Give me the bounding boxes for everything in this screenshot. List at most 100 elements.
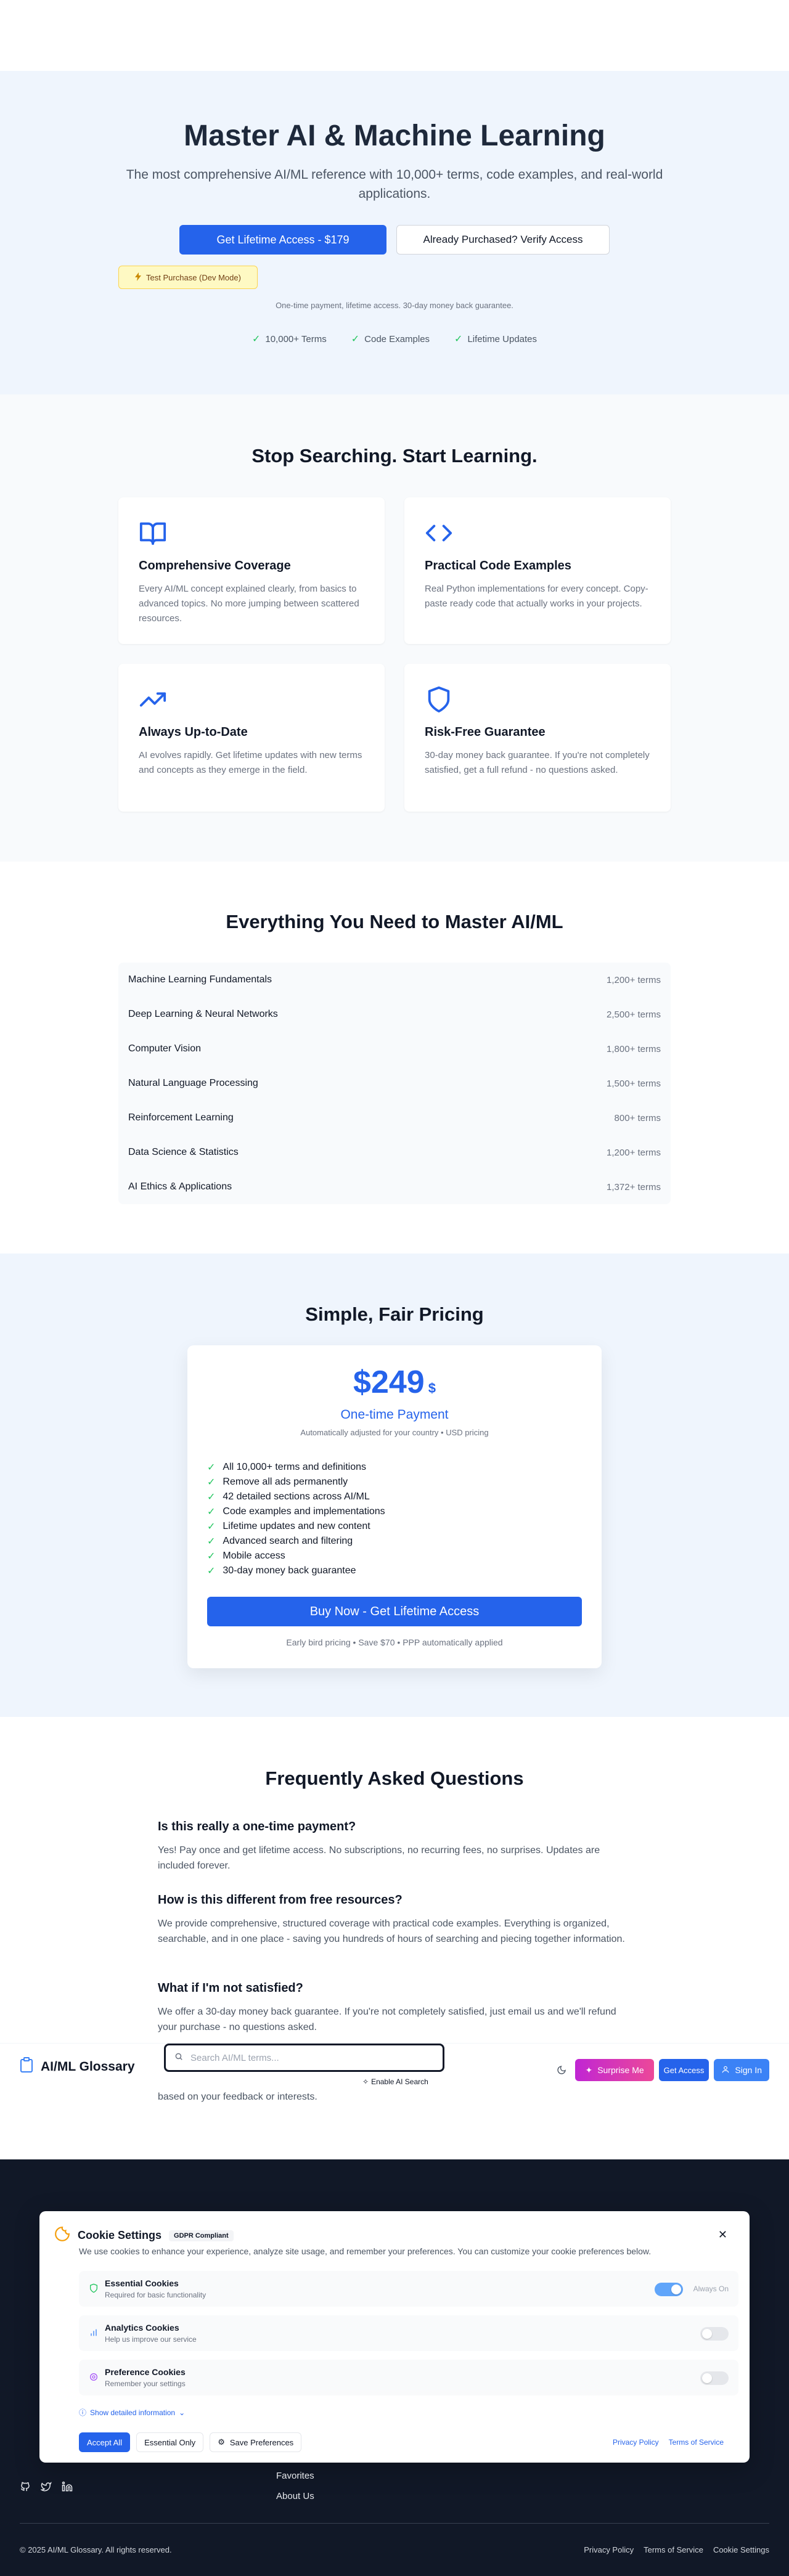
footer-link-favorites[interactable]: Favorites [276,2471,314,2481]
pricing-feature: ✓ Remove all ads permanently [207,1477,348,1488]
topic-row: Computer Vision 1,800+ terms [128,1043,661,1054]
shield-check-icon [89,2283,99,2293]
get-lifetime-access-button[interactable]: Get Lifetime Access - $179 [179,225,386,255]
test-purchase-button[interactable]: Test Purchase (Dev Mode) [118,266,258,289]
benefit-title: Risk-Free Guarantee [425,725,546,739]
benefit-card: Risk-Free Guarantee 30-day money back gu… [404,664,671,812]
faq-item: What if I'm not satisfied? We offer a 30… [158,1981,632,2035]
check-icon: ✓ [351,334,360,344]
preference-cookies-toggle[interactable] [700,2371,729,2385]
info-icon: ⓘ [79,2408,87,2417]
footer-divider [20,2523,769,2524]
chevron-down-icon: ⌄ [179,2408,186,2417]
accept-all-button[interactable]: Accept All [79,2432,131,2452]
surprise-me-button[interactable]: ✦ Surprise Me [575,2059,654,2081]
topic-row: AI Ethics & Applications 1,372+ terms [128,1181,661,1192]
benefit-card: Comprehensive Coverage Every AI/ML conce… [118,497,385,644]
price: $249 $ [353,1364,436,1400]
check-icon: ✓ [207,1536,216,1547]
essential-cookies-toggle[interactable] [655,2283,683,2296]
benefit-title: Comprehensive Coverage [139,559,291,573]
faq-item: Is this really a one-time payment? Yes! … [158,1820,632,1873]
gdpr-badge: GDPR Compliant [169,2230,234,2241]
gear-icon: ⚙ [218,2437,225,2447]
navbar-actions: ✦ Surprise Me Get Access Sign In [553,2059,769,2081]
save-preferences-button[interactable]: ⚙ Save Preferences [210,2432,302,2452]
brand-name: AI/ML Glossary [41,2060,135,2074]
topic-row: Natural Language Processing 1,500+ terms [128,1078,661,1089]
footer-cookie-settings-link[interactable]: Cookie Settings [713,2545,769,2554]
benefit-description: AI evolves rapidly. Get lifetime updates… [139,750,362,775]
topic-row: Deep Learning & Neural Networks 2,500+ te… [128,1009,661,1020]
shield-icon [425,685,453,714]
search-field[interactable] [164,2044,444,2072]
pricing-feature: ✓ 30-day money back guarantee [207,1565,356,1576]
dark-mode-toggle[interactable] [553,2061,570,2079]
faq-answer: based on your feedback or interests. [158,2092,317,2102]
benefit-card: Always Up-to-Date AI evolves rapidly. Ge… [118,664,385,812]
test-purchase-label: Test Purchase (Dev Mode) [146,272,241,282]
benefit-title: Practical Code Examples [425,559,571,573]
check-icon: ✓ [207,1462,216,1473]
close-icon[interactable]: ✕ [718,2228,727,2241]
code-icon [425,519,453,547]
benefit-description: Real Python implementations for every co… [425,584,648,609]
faq-question: Is this really a one-time payment? [158,1820,356,1833]
cookie-title: Cookie Settings [78,2229,162,2241]
copyright: © 2025 AI/ML Glossary. All rights reserv… [20,2545,172,2554]
analytics-cookies-toggle[interactable] [700,2327,729,2341]
check-icon: ✓ [454,334,463,344]
hero-feature-list: ✓ 10,000+ Terms ✓ Code Examples ✓ Lifetime … [0,333,789,345]
settings-icon [89,2372,99,2382]
moon-icon [557,2066,566,2074]
essential-only-button[interactable]: Essential Only [136,2432,204,2452]
trending-up-icon [139,685,167,714]
pricing-title: Simple, Fair Pricing [305,1303,484,1325]
clipboard-icon [20,2057,33,2077]
topic-row: Reinforcement Learning 800+ terms [128,1112,661,1123]
terms-of-service-link[interactable]: Terms of Service [669,2438,724,2447]
hero-feature: ✓ Lifetime Updates [454,333,538,345]
check-icon: ✓ [207,1522,216,1532]
pricing-feature: ✓ Mobile access [207,1551,285,1562]
check-icon: ✓ [207,1492,216,1502]
github-icon[interactable] [20,2481,31,2495]
price-note: Automatically adjusted for your country … [300,1428,489,1437]
get-access-button[interactable]: Get Access [658,2059,709,2081]
footer-privacy-link[interactable]: Privacy Policy [584,2545,634,2554]
footer-terms-link[interactable]: Terms of Service [644,2545,703,2554]
show-details-link[interactable]: ⓘ Show detailed information ⌄ [79,2407,185,2418]
search-input[interactable] [190,2052,425,2063]
twitter-icon[interactable] [39,2481,52,2495]
topic-row: Data Science & Statistics 1,200+ terms [128,1147,661,1158]
price-subtitle: One-time Payment [340,1408,449,1422]
shuffle-icon: ✦ [585,2064,593,2075]
enable-ai-search-button[interactable]: ✧ Enable AI Search [362,2077,428,2086]
bar-chart-icon [89,2328,99,2338]
footer-link-about[interactable]: About Us [276,2491,314,2501]
faq-answer: We provide comprehensive, structured cov… [158,1918,625,1944]
buy-now-button[interactable]: Buy Now - Get Lifetime Access [207,1597,582,1626]
check-icon: ✓ [207,1507,216,1517]
faq-title: Frequently Asked Questions [265,1767,524,1789]
verify-access-button[interactable]: Already Purchased? Verify Access [396,225,610,255]
search-icon [174,2052,183,2064]
check-icon: ✓ [207,1551,216,1562]
hero-title: Master AI & Machine Learning [184,120,605,152]
faq-item: How is this different from free resource… [158,1893,632,1947]
sign-in-button[interactable]: Sign In [714,2059,769,2081]
user-icon [721,2065,730,2076]
linkedin-icon[interactable] [62,2481,73,2495]
pricing-feature-list: ✓ All 10,000+ terms and definitions ✓ Remo… [207,1460,385,1578]
currency-symbol: $ [428,1380,436,1396]
faq-question: What if I'm not satisfied? [158,1981,303,1995]
hero-note: One-time payment, lifetime access. 30-da… [276,301,513,310]
pricing-footnote: Early bird pricing • Save $70 • PPP auto… [286,1637,503,1647]
topics-table: Machine Learning Fundamentals 1,200+ term… [118,963,671,1204]
brand-logo[interactable]: AI/ML Glossary [20,2057,135,2077]
privacy-policy-link[interactable]: Privacy Policy [613,2438,659,2447]
cookie-description: We use cookies to enhance your experienc… [79,2246,652,2256]
pricing-card: $249 $ One-time Payment Automatically adj… [187,1345,602,1668]
cookie-dialog: Cookie Settings GDPR Compliant ✕ We use … [39,2211,750,2463]
check-icon: ✓ [251,334,261,344]
